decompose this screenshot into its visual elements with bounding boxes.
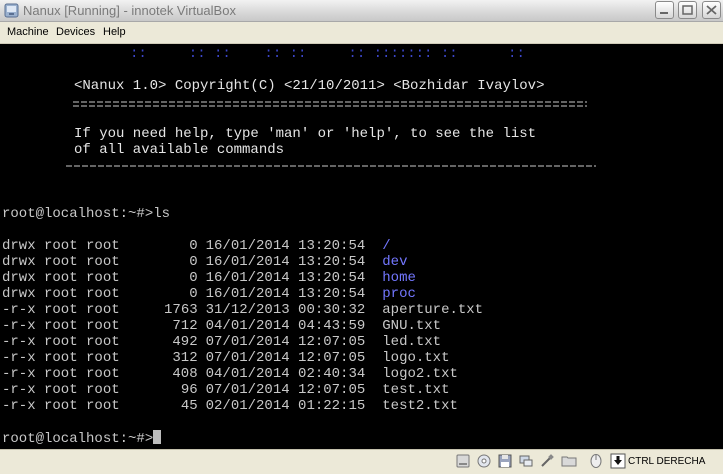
list-item: -r-x root root 712 04/01/2014 04:43:59 GNU.… (2, 318, 441, 334)
file-size: 0 (189, 238, 198, 254)
file-size: 1763 (164, 302, 198, 318)
file-date: 16/01/2014 13:20:54 (205, 270, 366, 286)
minimize-icon (660, 12, 668, 14)
virtualbox-icon (4, 3, 19, 18)
file-name: aperture.txt (382, 302, 484, 318)
banner-copyright: <Nanux 1.0> Copyright(C) <21/10/2011> <B… (74, 78, 545, 94)
file-permissions: -r-x root root (2, 334, 120, 350)
file-date: 07/01/2014 12:07:05 (205, 334, 366, 350)
file-date: 07/01/2014 12:07:05 (205, 350, 366, 366)
file-name: logo2.txt (382, 366, 458, 382)
list-item: -r-x root root 96 07/01/2014 12:07:05 test.… (2, 382, 449, 398)
file-size: 712 (172, 318, 198, 334)
file-permissions: -r-x root root (2, 366, 120, 382)
vm-console[interactable]: :: :: :: :: :: :: ::::::: :: :: <Nanux 1… (0, 44, 723, 449)
list-item: drwx root root 0 16/01/2014 13:20:54 home (2, 270, 416, 286)
minimize-button[interactable] (655, 1, 674, 19)
file-size: 96 (180, 382, 198, 398)
file-name: home (382, 270, 416, 286)
menu-bar: Machine Devices Help (0, 22, 723, 44)
file-size: 0 (189, 270, 198, 286)
menu-devices[interactable]: Devices (56, 25, 95, 39)
list-item: -r-x root root 45 02/01/2014 01:22:15 test2… (2, 398, 458, 414)
file-size: 45 (180, 398, 198, 414)
file-name: test.txt (382, 382, 450, 398)
prompt-text: root@localhost:~#> (2, 431, 154, 447)
file-size: 0 (189, 254, 198, 270)
hard-disk-icon[interactable] (455, 453, 471, 469)
text-cursor (153, 430, 162, 444)
cd-icon[interactable] (476, 453, 492, 469)
prompt-ls: root@localhost:~#>ls (2, 206, 171, 222)
file-name: / (382, 238, 391, 254)
close-icon (706, 5, 717, 15)
file-date: 02/01/2014 01:22:15 (205, 398, 366, 414)
floppy-icon[interactable] (497, 453, 513, 469)
host-key-icon (610, 453, 626, 469)
file-size: 312 (172, 350, 198, 366)
shared-folders-icon[interactable] (561, 453, 577, 469)
banner-dots: :: :: :: :: :: :: ::::::: :: :: (130, 46, 525, 62)
mouse-integration-icon[interactable] (588, 453, 604, 469)
file-date: 31/12/2013 00:30:32 (205, 302, 366, 318)
file-permissions: drwx root root (2, 286, 120, 302)
file-name: test2.txt (382, 398, 458, 414)
list-item: drwx root root 0 16/01/2014 13:20:54 / (2, 238, 391, 254)
banner-rule-double (73, 101, 587, 107)
file-permissions: -r-x root root (2, 350, 120, 366)
title-bar[interactable]: Nanux [Running] - innotek VirtualBox (0, 0, 723, 22)
file-date: 16/01/2014 13:20:54 (205, 238, 366, 254)
banner-rule-single (66, 165, 596, 167)
window-title: Nanux [Running] - innotek VirtualBox (23, 3, 236, 18)
list-item: -r-x root root 492 07/01/2014 12:07:05 led.… (2, 334, 441, 350)
close-button[interactable] (702, 1, 721, 19)
file-name: proc (382, 286, 416, 302)
file-permissions: -r-x root root (2, 302, 120, 318)
list-item: drwx root root 0 16/01/2014 13:20:54 dev (2, 254, 407, 270)
file-name: GNU.txt (382, 318, 442, 334)
maximize-icon (682, 5, 693, 15)
file-permissions: drwx root root (2, 238, 120, 254)
file-permissions: drwx root root (2, 254, 120, 270)
file-name: led.txt (382, 334, 442, 350)
file-size: 492 (172, 334, 198, 350)
file-permissions: -r-x root root (2, 382, 120, 398)
list-item: drwx root root 0 16/01/2014 13:20:54 proc (2, 286, 416, 302)
status-bar: CTRL DERECHA (0, 449, 723, 474)
file-date: 04/01/2014 02:40:34 (205, 366, 366, 382)
usb-icon[interactable] (539, 453, 555, 469)
file-date: 16/01/2014 13:20:54 (205, 286, 366, 302)
file-permissions: -r-x root root (2, 398, 120, 414)
network-icon[interactable] (518, 453, 534, 469)
file-date: 07/01/2014 12:07:05 (205, 382, 366, 398)
list-item: -r-x root root 1763 31/12/2013 00:30:32 ape… (2, 302, 483, 318)
file-date: 04/01/2014 04:43:59 (205, 318, 366, 334)
file-permissions: -r-x root root (2, 318, 120, 334)
list-item: -r-x root root 408 04/01/2014 02:40:34 logo… (2, 366, 458, 382)
file-size: 408 (172, 366, 198, 382)
file-name: dev (382, 254, 408, 270)
prompt-current[interactable]: root@localhost:~#> (2, 430, 162, 447)
file-size: 0 (189, 286, 198, 302)
menu-machine[interactable]: Machine (7, 25, 49, 39)
maximize-button[interactable] (678, 1, 697, 19)
file-date: 16/01/2014 13:20:54 (205, 254, 366, 270)
help-line-1: If you need help, type 'man' or 'help', … (74, 126, 537, 142)
menu-help[interactable]: Help (103, 25, 126, 39)
file-permissions: drwx root root (2, 270, 120, 286)
help-line-2: of all available commands (74, 142, 285, 158)
file-name: logo.txt (382, 350, 450, 366)
host-key-label: CTRL DERECHA (628, 456, 706, 467)
list-item: -r-x root root 312 07/01/2014 12:07:05 logo… (2, 350, 449, 366)
